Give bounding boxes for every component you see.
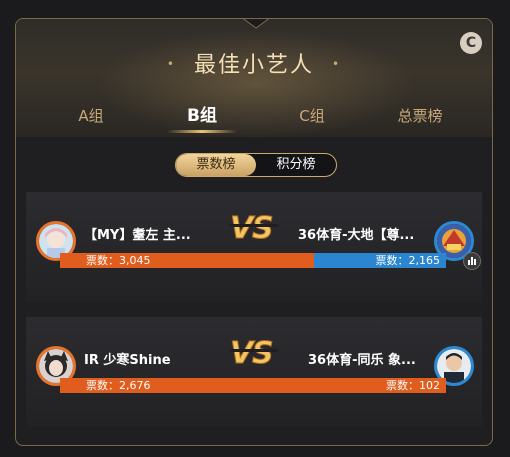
vote-progress-bar: 票数：2,676 票数：102 (60, 378, 446, 393)
left-contestant-name[interactable]: 【MY】耋左 主... (84, 224, 191, 243)
tab-group-b[interactable]: B组 (152, 103, 252, 137)
toggle-points-ranking[interactable]: 积分榜 (256, 154, 336, 176)
bar-chart-icon[interactable] (463, 252, 481, 270)
match-card: IR 少寒Shine V S 36体育-同乐 象... 票数：2,676 票数：… (26, 317, 482, 427)
ranking-toggle: 票数榜 积分榜 (175, 153, 337, 177)
best-young-artist-widget: • 最佳小艺人 • C A组 B组 C组 总票榜 票数榜 积分榜 【MY】耋左 主.… (15, 18, 493, 446)
left-vote-count: 票数：3,045 (86, 254, 151, 267)
tab-total-ranking[interactable]: 总票榜 (370, 103, 470, 137)
active-tab-underline (167, 130, 237, 133)
group-tabs: A组 B组 C组 总票榜 (16, 103, 492, 137)
right-vote-count: 票数：2,165 (375, 254, 441, 267)
tab-group-c[interactable]: C组 (262, 103, 362, 137)
left-contestant-name[interactable]: IR 少寒Shine (84, 349, 171, 368)
left-vote-count: 票数：2,676 (86, 379, 151, 392)
right-contestant-name[interactable]: 36体育-同乐 象... (308, 349, 416, 368)
right-contestant-name[interactable]: 36体育-大地【尊... (298, 224, 414, 243)
refresh-icon[interactable]: C (460, 32, 482, 54)
vs-icon: V S (230, 336, 278, 369)
right-vote-count: 票数：102 (386, 379, 440, 392)
svg-text:S: S (252, 211, 274, 244)
match-card: 【MY】耋左 主... V S 36体育-大地【尊... 票数：3,045 票数… (26, 192, 482, 302)
title-dot-right-icon: • (332, 57, 342, 71)
vote-progress-bar: 票数：3,045 票数：2,165 (60, 253, 446, 268)
title-text: 最佳小艺人 (193, 53, 314, 78)
vs-icon: V S (230, 211, 278, 244)
svg-text:S: S (252, 336, 274, 369)
tab-group-a[interactable]: A组 (41, 103, 141, 137)
top-notch-icon (242, 19, 270, 29)
title-dot-left-icon: • (166, 57, 176, 71)
toggle-votes-ranking[interactable]: 票数榜 (176, 154, 256, 176)
widget-title: • 最佳小艺人 • (16, 47, 492, 79)
widget-header: • 最佳小艺人 • C A组 B组 C组 总票榜 (16, 19, 492, 139)
